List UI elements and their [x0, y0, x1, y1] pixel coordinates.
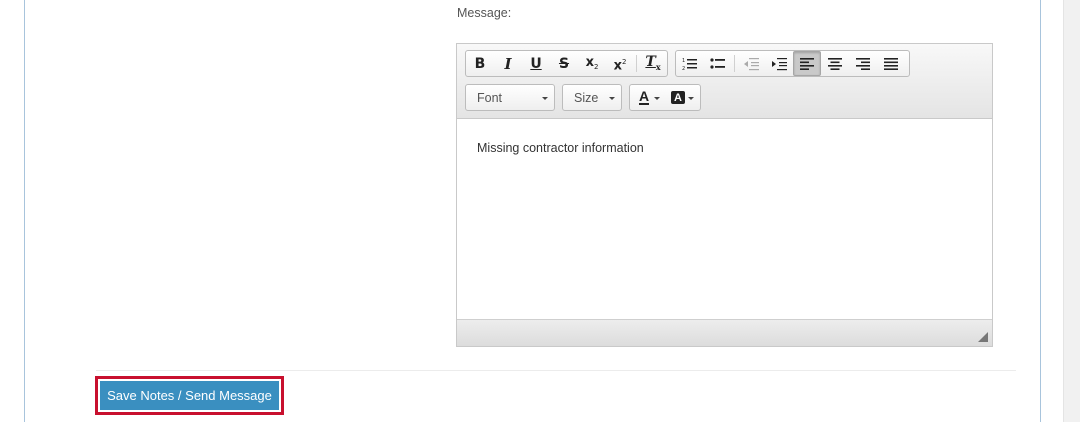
chevron-down-icon — [654, 97, 660, 100]
align-right-button[interactable] — [849, 51, 877, 76]
remove-format-button[interactable]: Tx — [639, 51, 667, 76]
bulleted-list-icon — [710, 57, 725, 69]
save-button-highlight: Save Notes / Send Message — [95, 376, 284, 415]
colors-group: A A — [629, 84, 701, 111]
underline-icon: U — [530, 55, 542, 72]
subscript-button[interactable]: x2 — [578, 51, 606, 76]
numbered-list-button[interactable]: 1 2 — [676, 51, 704, 76]
bold-button[interactable]: B — [466, 51, 494, 76]
editor-text: Missing contractor information — [477, 141, 644, 155]
decrease-indent-icon — [744, 57, 759, 70]
subscript-icon: x2 — [585, 54, 599, 72]
increase-indent-button[interactable] — [765, 51, 793, 76]
chevron-down-icon — [688, 97, 694, 100]
form-divider — [96, 370, 1016, 371]
basic-styles-group: B I U S x2 x2 Tx — [465, 50, 668, 77]
editor-toolbar: B I U S x2 x2 Tx 1 2 Font Size A A — [457, 44, 992, 119]
increase-indent-icon — [772, 57, 787, 70]
decrease-indent-button[interactable] — [737, 51, 765, 76]
paragraph-group: 1 2 — [675, 50, 910, 77]
svg-text:2: 2 — [682, 66, 685, 71]
superscript-button[interactable]: x2 — [606, 51, 634, 76]
align-left-button[interactable] — [793, 51, 821, 76]
strikethrough-icon: S — [558, 55, 570, 72]
font-family-select[interactable]: Font — [465, 84, 555, 111]
toolbar-separator — [734, 55, 735, 72]
toolbar-separator — [636, 55, 637, 72]
chevron-down-icon — [609, 97, 615, 100]
numbered-list-icon: 1 2 — [682, 58, 697, 71]
background-color-button[interactable]: A — [664, 85, 698, 110]
font-size-label: Size — [574, 90, 599, 105]
align-center-icon — [828, 57, 842, 70]
page: Message: B I U S x2 x2 Tx 1 2 Font Size … — [0, 0, 1080, 422]
background-color-icon: A — [671, 91, 685, 104]
page-scrollbar[interactable] — [1063, 0, 1080, 422]
remove-format-icon: Tx — [645, 54, 661, 72]
right-gutter — [1041, 0, 1063, 422]
editor-status-bar — [457, 319, 992, 346]
text-color-icon: A — [638, 88, 650, 105]
rich-text-editor: B I U S x2 x2 Tx 1 2 Font Size A A Missi… — [456, 43, 993, 347]
underline-button[interactable]: U — [522, 51, 550, 76]
italic-icon: I — [504, 54, 512, 73]
chevron-down-icon — [542, 97, 548, 100]
align-right-icon — [856, 57, 870, 70]
justify-button[interactable] — [877, 51, 905, 76]
resize-grip-icon[interactable] — [978, 332, 988, 342]
bold-icon: B — [474, 55, 486, 72]
align-center-button[interactable] — [821, 51, 849, 76]
editor-content-area[interactable]: Missing contractor information — [457, 119, 992, 319]
save-notes-send-message-button[interactable]: Save Notes / Send Message — [100, 381, 279, 410]
superscript-icon: x2 — [613, 57, 627, 74]
justify-icon — [884, 57, 898, 70]
bulleted-list-button[interactable] — [704, 51, 732, 76]
text-color-button[interactable]: A — [630, 85, 664, 110]
font-family-label: Font — [477, 90, 503, 105]
strikethrough-button[interactable]: S — [550, 51, 578, 76]
align-left-icon — [800, 57, 814, 70]
message-label: Message: — [457, 6, 512, 20]
font-size-select[interactable]: Size — [562, 84, 622, 111]
svg-text:1: 1 — [682, 58, 685, 64]
italic-button[interactable]: I — [494, 51, 522, 76]
